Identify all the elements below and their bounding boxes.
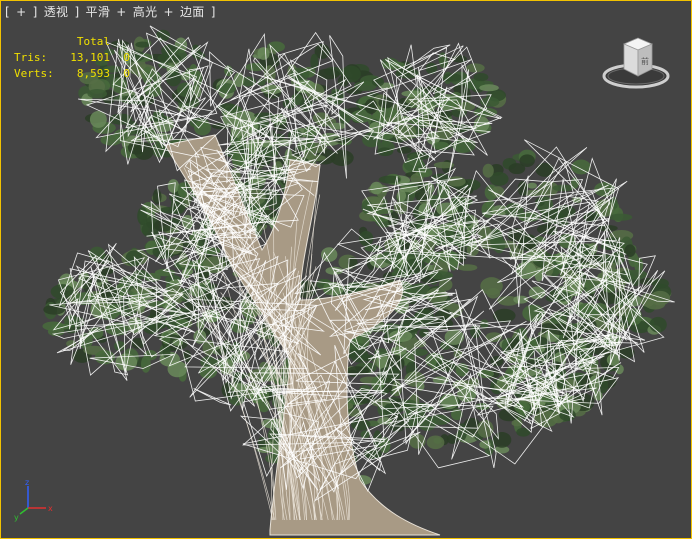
viewport-edged-faces-toggle[interactable]: 边面 (180, 5, 205, 19)
foliage-blob (89, 110, 107, 128)
stats-selected: 0 (123, 51, 130, 64)
viewport-label-sep: ] (32, 5, 38, 19)
viewport-label-plus: + (163, 5, 174, 19)
foliage-blob (516, 427, 531, 437)
viewport-point-of-view-menu[interactable]: 透视 (44, 5, 69, 19)
viewport-highlights-toggle[interactable]: 高光 (133, 5, 158, 19)
viewport-label-bracket-close: ] (210, 5, 216, 19)
foliage-blob (383, 403, 394, 416)
foliage-blob (535, 162, 555, 177)
foliage-blob (527, 182, 537, 189)
viewcube-face-label: 前 (641, 56, 649, 66)
foliage-blob (528, 286, 546, 300)
foliage-blob (113, 129, 130, 141)
foliage-blob (519, 154, 535, 168)
foliage-blob (428, 414, 451, 426)
foliage-blob (167, 179, 179, 193)
foliage-blob (457, 264, 478, 271)
foliage-blob (215, 83, 237, 94)
viewport-label-bracket-open: [ (5, 5, 10, 19)
foliage-blob (396, 189, 407, 202)
foliage-blob (608, 213, 633, 221)
viewport-shading-menu[interactable]: 平滑 (86, 5, 111, 19)
viewcube-icon[interactable]: 前 (602, 36, 672, 92)
viewport-label-sep: ] (74, 5, 80, 19)
viewport-general-menu[interactable]: + (16, 5, 26, 19)
foliage-blob (141, 355, 151, 373)
axis-x-label: x (48, 504, 53, 513)
stats-selected: 0 (123, 67, 130, 80)
foliage-blob (649, 316, 667, 333)
stats-header: Total (76, 35, 110, 48)
foliage-blob (257, 47, 270, 60)
statistics-overlay: Total Tris: 13,101 0 Verts: 8,593 0 (14, 34, 130, 82)
foliage-blob (87, 89, 107, 99)
viewport-label-menu[interactable]: [ + ] 透视 ] 平滑 + 高光 + 边面 ] (5, 3, 218, 20)
foliage-blob (473, 73, 489, 82)
foliage-blob (482, 163, 494, 178)
foliage-blob (152, 189, 162, 205)
foliage-blob (411, 348, 428, 356)
stats-row-verts: Verts: 8,593 0 (14, 66, 130, 82)
foliage-blob (330, 149, 354, 166)
foliage-blob (177, 182, 188, 198)
foliage-blob (486, 287, 501, 299)
axis-z-label: z (25, 478, 29, 487)
foliage-blob (134, 142, 154, 160)
viewport-label-plus: + (116, 5, 127, 19)
axis-y-label: y (14, 513, 19, 522)
foliage-blob (493, 308, 516, 323)
perspective-viewport[interactable]: [ + ] 透视 ] 平滑 + 高光 + 边面 ] Total Tris: 13… (0, 0, 692, 539)
foliage-blob (137, 207, 148, 226)
stats-row-tris: Tris: 13,101 0 (14, 50, 130, 66)
stats-total: 13,101 (70, 51, 110, 64)
foliage-blob (316, 68, 340, 80)
axis-tripod-icon: z x y (14, 478, 53, 522)
stats-key: Verts: (14, 67, 54, 80)
foliage-blob (584, 287, 596, 295)
foliage-blob (479, 84, 499, 92)
foliage-blob (650, 290, 671, 306)
foliage-blob (135, 41, 150, 48)
foliage-blob (513, 295, 529, 304)
foliage-blob (624, 244, 636, 258)
stats-total: 8,593 (76, 67, 110, 80)
stats-key: Tris: (14, 51, 48, 64)
foliage-blob (426, 435, 445, 450)
